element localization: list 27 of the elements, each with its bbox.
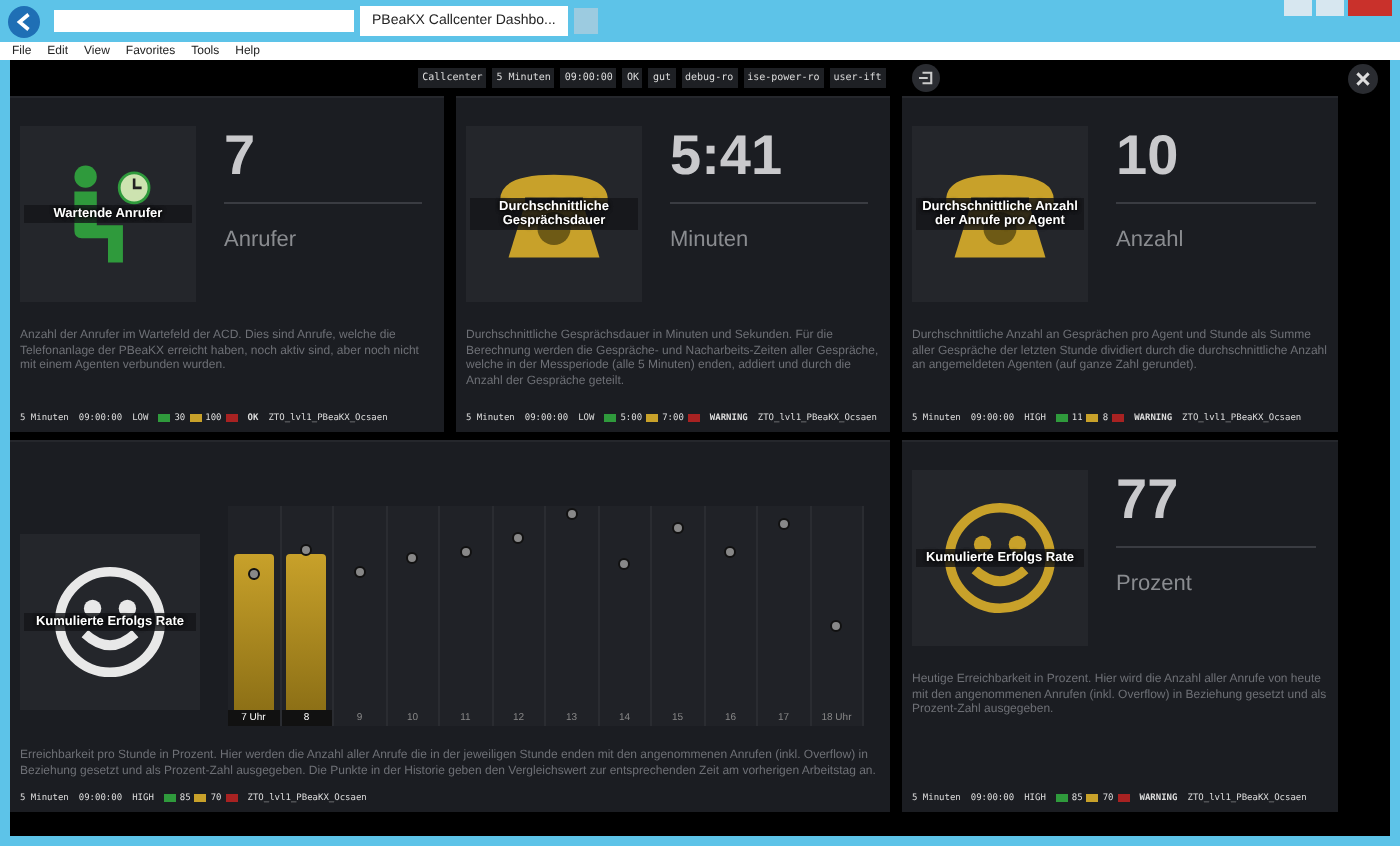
comparison-dot	[777, 518, 790, 531]
comparison-dot	[724, 546, 737, 559]
metric-unit: Anzahl	[1116, 228, 1186, 252]
comparison-dot	[830, 620, 843, 633]
comparison-dot	[406, 551, 419, 563]
comparison-dot	[618, 557, 631, 570]
maximize-button[interactable]	[1316, 0, 1344, 16]
metric-unit: Prozent	[1116, 572, 1194, 596]
comparison-dot	[459, 546, 472, 559]
metric-unit: Anrufer	[224, 228, 299, 252]
comparison-dot	[300, 544, 313, 557]
metric-value: 10	[1116, 126, 1181, 190]
metric-value: 77	[1116, 470, 1181, 534]
address-field[interactable]	[54, 10, 354, 32]
logout-icon[interactable]	[911, 64, 940, 92]
comparison-dot	[353, 565, 366, 578]
metric-value: 5:41	[670, 126, 785, 190]
comparison-dot	[512, 532, 525, 545]
metric-unit: Minuten	[670, 228, 751, 252]
new-tab-button[interactable]	[573, 8, 598, 34]
back-button[interactable]	[8, 5, 40, 37]
comparison-dot	[565, 508, 578, 521]
minimize-button[interactable]	[1284, 0, 1312, 16]
close-button[interactable]	[1348, 0, 1392, 16]
close-icon[interactable]	[1348, 63, 1378, 93]
comparison-dot	[671, 522, 684, 535]
metric-value: 7	[224, 126, 258, 190]
